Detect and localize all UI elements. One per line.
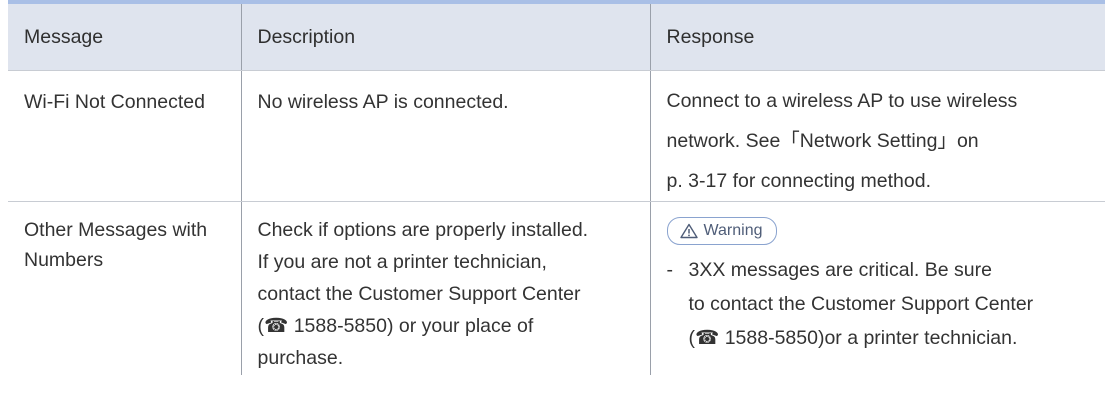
warning-badge: Warning (666, 217, 778, 245)
message-table: Message Description Response Wi-Fi Not C… (8, 4, 1105, 375)
response-cell: Warning - 3XX messages are critical. Be … (649, 201, 1105, 375)
header-response: Response (649, 4, 1105, 71)
header-message: Message (8, 4, 241, 71)
warning-dash: - (666, 259, 674, 281)
table-row: Other Messages with Numbers Check if opt… (8, 201, 1105, 375)
response-cell: Connect to a wireless AP to use wireless… (649, 70, 1105, 202)
warning-list: - 3XX messages are critical. Be sure to … (667, 253, 1105, 355)
warning-item: - 3XX messages are critical. Be sure to … (667, 253, 1105, 355)
table-header-row: Message Description Response (8, 4, 1105, 71)
table-row: Wi-Fi Not Connected No wireless AP is co… (8, 70, 1105, 202)
warning-label: Warning (703, 222, 763, 239)
description-cell: Check if options are properly installed.… (240, 201, 650, 375)
description-cell: No wireless AP is connected. (240, 70, 650, 202)
message-cell: Wi-Fi Not Connected (8, 70, 241, 202)
message-cell: Other Messages with Numbers (24, 219, 208, 271)
header-description: Description (240, 4, 650, 71)
warning-triangle-icon (679, 223, 698, 239)
warning-text: 3XX messages are critical. Be sure to co… (688, 259, 1034, 349)
